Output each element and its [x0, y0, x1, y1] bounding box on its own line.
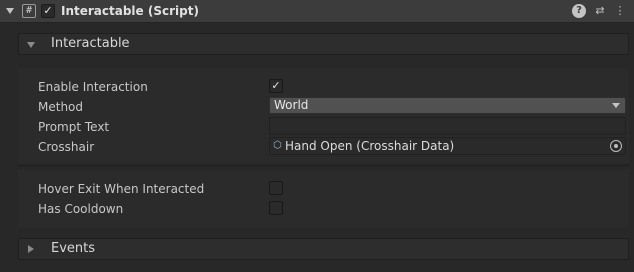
hover-exit-label: Hover Exit When Interacted	[38, 182, 205, 196]
method-dropdown[interactable]: World	[269, 97, 626, 114]
hover-settings-panel	[18, 170, 629, 227]
script-icon: #	[22, 4, 36, 18]
component-enabled-checkbox[interactable]: ✓	[41, 4, 55, 18]
cube-icon: ⬡	[273, 140, 282, 151]
has-cooldown-checkbox[interactable]	[269, 201, 283, 215]
method-label: Method	[38, 100, 84, 114]
enable-interaction-checkbox[interactable]: ✓	[269, 79, 283, 93]
events-foldout[interactable]: Events	[18, 238, 629, 260]
method-dropdown-value: World	[274, 98, 309, 112]
crosshair-value: Hand Open (Crosshair Data)	[285, 139, 455, 153]
crosshair-label: Crosshair	[38, 140, 95, 154]
dropdown-caret-icon	[612, 103, 620, 108]
interactable-foldout[interactable]: Interactable	[18, 33, 629, 55]
section-divider	[18, 165, 629, 166]
chevron-right-icon	[28, 245, 34, 253]
help-icon[interactable]: ?	[572, 4, 586, 18]
enable-interaction-label: Enable Interaction	[38, 80, 148, 94]
prompt-text-input[interactable]	[269, 117, 626, 135]
interactable-foldout-label: Interactable	[51, 36, 130, 51]
crosshair-object-field[interactable]: ⬡ Hand Open (Crosshair Data)	[269, 137, 626, 155]
prompt-text-label: Prompt Text	[38, 120, 110, 134]
context-menu-icon[interactable]: ⋮	[613, 4, 627, 18]
hover-exit-checkbox[interactable]	[269, 181, 283, 195]
events-foldout-label: Events	[51, 241, 96, 256]
chevron-down-icon	[27, 42, 35, 48]
collapse-arrow-icon[interactable]	[6, 8, 14, 14]
presets-icon[interactable]: ⇄	[593, 4, 607, 18]
component-header[interactable]: # ✓ Interactable (Script) ? ⇄ ⋮	[0, 0, 634, 23]
component-title: Interactable (Script)	[61, 4, 199, 18]
object-picker-icon[interactable]	[610, 140, 622, 152]
has-cooldown-label: Has Cooldown	[38, 202, 124, 216]
inspector-component: # ✓ Interactable (Script) ? ⇄ ⋮ Interact…	[0, 0, 634, 272]
